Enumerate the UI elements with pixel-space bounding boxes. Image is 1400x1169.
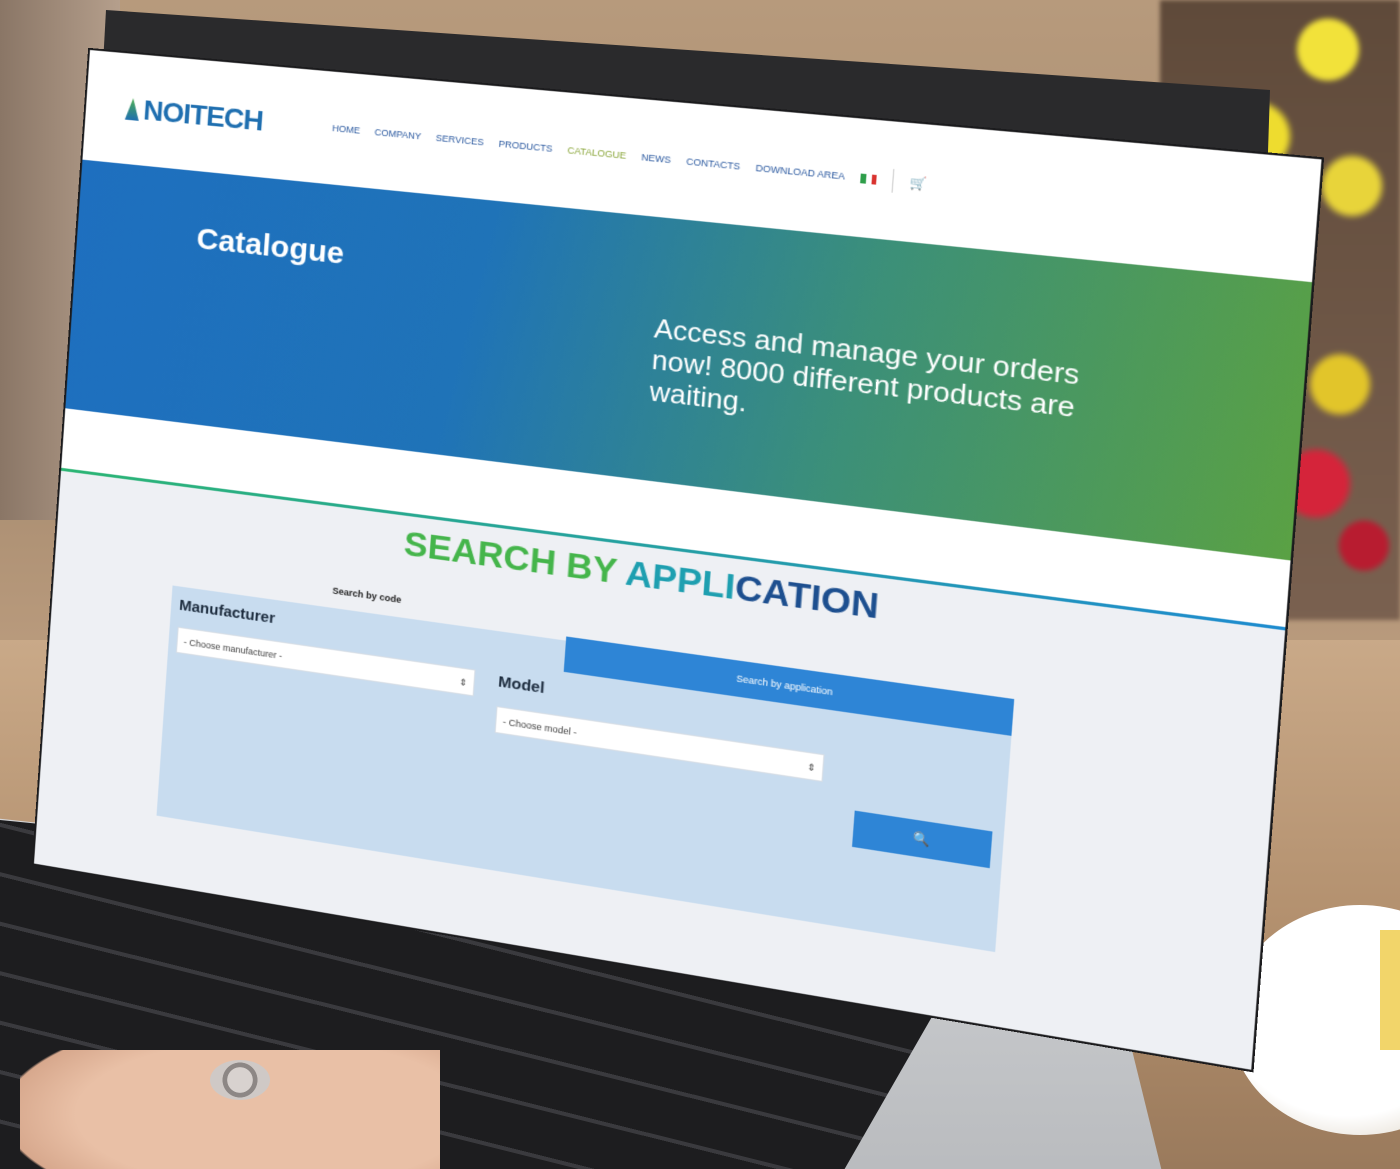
cart-icon[interactable]: 🛒: [909, 175, 927, 192]
hero-tagline: Access and manage your orders now! 8000 …: [648, 312, 1081, 424]
nav-catalogue[interactable]: CATALOGUE: [567, 145, 626, 161]
italian-flag-icon[interactable]: [860, 173, 878, 185]
nav-download-area[interactable]: DOWNLOAD AREA: [755, 163, 845, 182]
logo-text: NOITECH: [142, 94, 264, 137]
nav-products[interactable]: PRODUCTS: [498, 139, 553, 154]
manufacturer-select[interactable]: - Choose manufacturer - ⇕: [175, 626, 476, 697]
select-arrow-icon: ⇕: [458, 676, 468, 689]
main-nav: HOME COMPANY SERVICES PRODUCTS CATALOGUE…: [331, 117, 928, 196]
manufacturer-label: Manufacturer: [178, 596, 276, 628]
photo-scene: NOITECH HOME COMPANY SERVICES PRODUCTS C…: [0, 0, 1400, 1169]
logo-drop-icon: [125, 98, 140, 121]
ring: [210, 1060, 270, 1100]
search-icon: 🔍: [912, 830, 931, 849]
nav-divider: [891, 169, 895, 193]
search-panel: Search by code Search by application Man…: [156, 551, 1015, 953]
nav-contacts[interactable]: CONTACTS: [686, 156, 741, 172]
page-title: Catalogue: [195, 221, 346, 271]
site-logo[interactable]: NOITECH: [124, 93, 264, 138]
select-arrow-icon: ⇕: [806, 761, 817, 774]
nav-company[interactable]: COMPANY: [374, 127, 421, 142]
nav-home[interactable]: HOME: [332, 123, 361, 136]
search-button[interactable]: 🔍: [852, 810, 993, 869]
nav-services[interactable]: SERVICES: [436, 133, 485, 148]
nav-news[interactable]: NEWS: [641, 152, 671, 165]
tab-search-by-application[interactable]: Search by application: [563, 636, 1015, 736]
model-label: Model: [497, 672, 546, 698]
cake-slice: [1380, 930, 1400, 1050]
model-select[interactable]: - Choose model - ⇕: [494, 706, 825, 783]
